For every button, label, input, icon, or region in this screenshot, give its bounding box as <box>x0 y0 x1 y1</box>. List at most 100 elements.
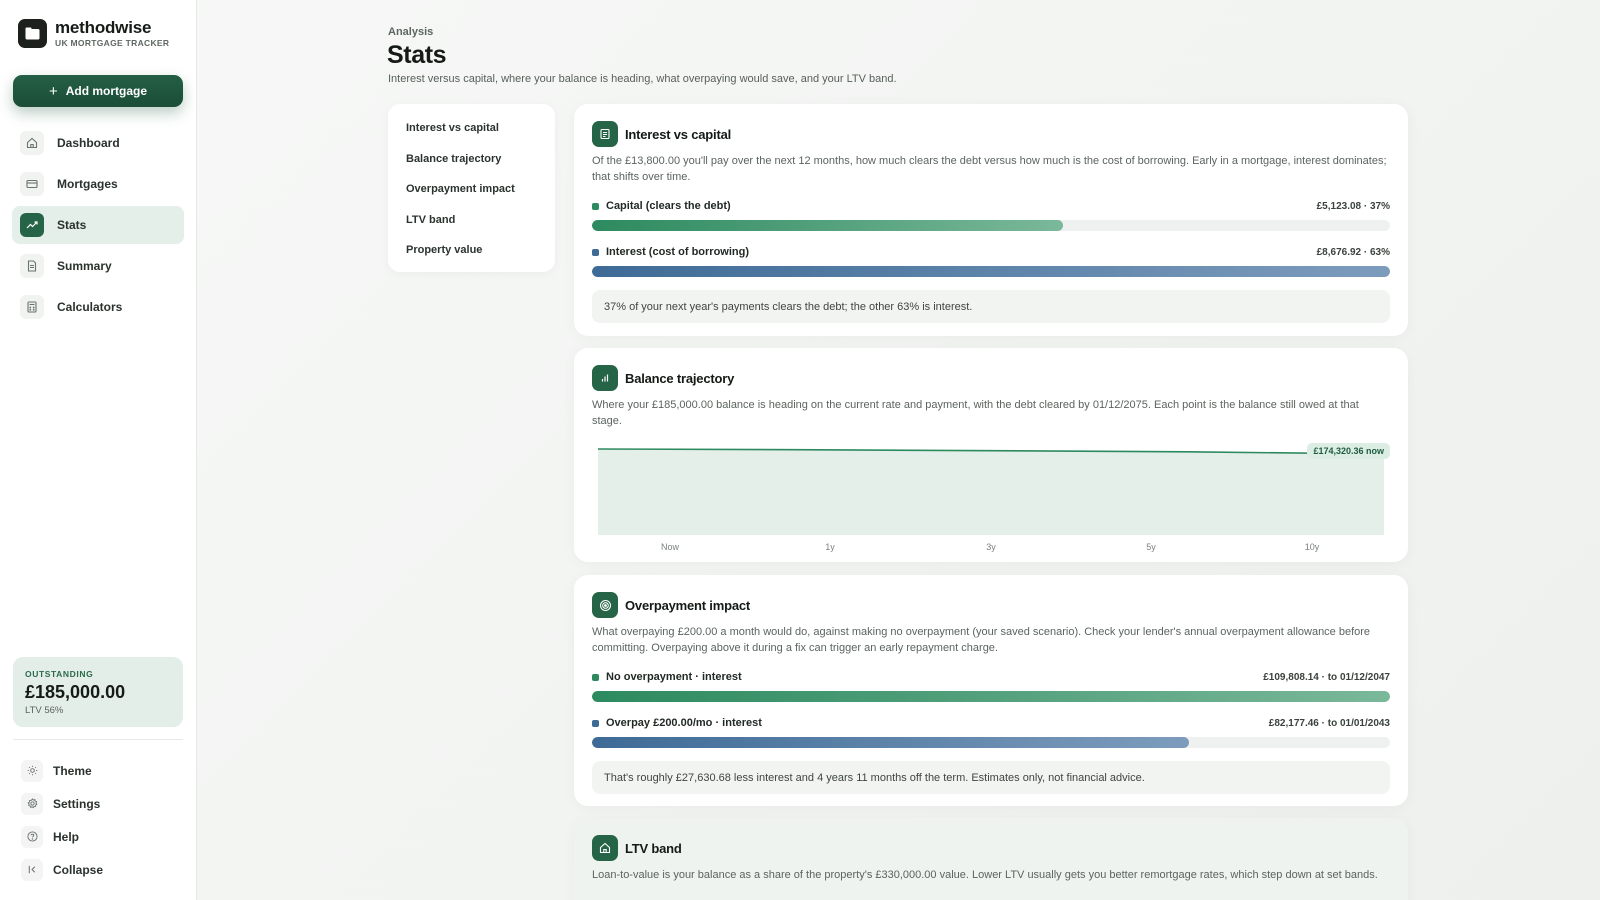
section-link-property-value[interactable]: Property value <box>388 235 555 266</box>
brand-subtitle: UK MORTGAGE TRACKER <box>55 38 170 48</box>
capital-bar <box>592 220 1063 231</box>
nav-item-summary[interactable]: Summary <box>12 247 184 285</box>
overpay-bar-row: Overpay £200.00/mo · interest £82,177.46… <box>592 716 1390 748</box>
collapse-button[interactable]: Collapse <box>13 853 183 886</box>
card-title: LTV band <box>625 840 682 856</box>
gear-icon <box>21 792 43 815</box>
overpay-value: £82,177.46 · to 01/01/2043 <box>1268 717 1390 729</box>
outstanding-ltv: LTV 56% <box>25 705 64 716</box>
logo-icon <box>18 19 47 48</box>
section-link-interest-vs-capital[interactable]: Interest vs capital <box>388 113 555 144</box>
section-link-ltv-band[interactable]: LTV band <box>388 205 555 236</box>
section-link-overpayment-impact[interactable]: Overpayment impact <box>388 174 555 205</box>
overpay-bar <box>592 737 1189 748</box>
settings-label: Settings <box>53 796 101 811</box>
nav-label: Calculators <box>57 300 123 314</box>
sidebar-footer: Theme Settings Help Collapse <box>13 754 183 886</box>
nav-label: Dashboard <box>57 136 120 150</box>
capital-value: £5,123.08 · 37% <box>1316 200 1390 212</box>
trend-icon <box>20 213 44 237</box>
interest-capital-note: 37% of your next year's payments clears … <box>592 290 1390 323</box>
add-mortgage-label: Add mortgage <box>65 84 148 98</box>
page-title: Stats <box>387 41 447 69</box>
help-icon <box>21 825 43 848</box>
collapse-icon <box>21 858 43 881</box>
card-title: Balance trajectory <box>625 370 735 386</box>
receipt-icon <box>592 121 618 147</box>
card-description: Loan-to-value is your balance as a share… <box>592 869 1378 881</box>
no-overpay-legend-dot <box>592 673 599 681</box>
collapse-label: Collapse <box>53 862 104 877</box>
ltv-band-card: LTV band Loan-to-value is your balance a… <box>574 818 1408 900</box>
capital-track <box>592 220 1390 231</box>
interest-label: Interest (cost of borrowing) <box>606 246 749 258</box>
card-title: Overpayment impact <box>625 597 751 613</box>
card-title: Interest vs capital <box>625 126 732 142</box>
section-link-balance-trajectory[interactable]: Balance trajectory <box>388 144 555 175</box>
x-tick-label: 5y <box>1146 542 1156 552</box>
interest-vs-capital-card: Interest vs capital Of the £13,800.00 yo… <box>574 104 1408 336</box>
card-icon <box>20 172 44 196</box>
overpayment-note: That's roughly £27,630.68 less interest … <box>592 761 1390 794</box>
home-icon <box>20 131 44 155</box>
card-description: Where your £185,000.00 balance is headin… <box>592 399 1359 427</box>
no-overpay-label: No overpayment · interest <box>606 671 742 683</box>
settings-button[interactable]: Settings <box>13 787 183 820</box>
help-label: Help <box>53 829 80 844</box>
calculator-icon <box>20 295 44 319</box>
brand[interactable]: methodwise UK MORTGAGE TRACKER <box>18 19 169 48</box>
sun-icon <box>21 759 43 782</box>
theme-label: Theme <box>53 763 92 778</box>
outstanding-value: £185,000.00 <box>25 682 126 702</box>
no-overpay-value: £109,808.14 · to 01/12/2047 <box>1263 671 1390 683</box>
outstanding-label: OUTSTANDING <box>25 669 94 679</box>
nav-label: Mortgages <box>57 177 118 191</box>
section-nav: Interest vs capital Balance trajectory O… <box>388 104 555 272</box>
capital-label: Capital (clears the debt) <box>606 200 731 212</box>
add-mortgage-button[interactable]: + Add mortgage <box>13 75 183 107</box>
target-icon <box>592 592 618 618</box>
sidebar-divider <box>13 739 183 740</box>
balance-chart: Now 1y 3y 5y 10y £174,320.36 now <box>592 443 1390 555</box>
card-description: Of the £13,800.00 you'll pay over the ne… <box>592 155 1387 183</box>
nav-item-mortgages[interactable]: Mortgages <box>12 165 184 203</box>
x-tick-label: 3y <box>986 542 996 552</box>
interest-track <box>592 266 1390 277</box>
nav-item-stats[interactable]: Stats <box>12 206 184 244</box>
overpay-label: Overpay £200.00/mo · interest <box>606 717 762 729</box>
no-overpayment-bar-row: No overpayment · interest £109,808.14 · … <box>592 670 1390 702</box>
overpay-track <box>592 737 1390 748</box>
plus-icon: + <box>48 82 58 100</box>
x-tick-label: 1y <box>825 542 835 552</box>
capital-legend-dot <box>592 202 599 210</box>
capital-bar-row: Capital (clears the debt) £5,123.08 · 37… <box>592 199 1390 231</box>
outstanding-summary: OUTSTANDING £185,000.00 LTV 56% <box>13 657 183 727</box>
overpay-legend-dot <box>592 719 599 727</box>
card-description: What overpaying £200.00 a month would do… <box>592 626 1371 654</box>
brand-name: methodwise <box>55 18 152 37</box>
main-nav: Dashboard Mortgages Stats Summary Calcul… <box>12 124 184 329</box>
interest-legend-dot <box>592 248 599 256</box>
balance-chart-svg: Now 1y 3y 5y 10y <box>597 448 1385 552</box>
sidebar: methodwise UK MORTGAGE TRACKER + Add mor… <box>0 0 197 900</box>
no-overpay-track <box>592 691 1390 702</box>
nav-item-calculators[interactable]: Calculators <box>12 288 184 326</box>
page-eyebrow: Analysis <box>388 26 434 38</box>
page-description: Interest versus capital, where your bala… <box>388 73 897 85</box>
interest-bar-row: Interest (cost of borrowing) £8,676.92 ·… <box>592 245 1390 277</box>
x-tick-label: 10y <box>1305 542 1320 552</box>
nav-label: Summary <box>57 259 112 273</box>
no-overpay-bar <box>592 691 1390 702</box>
theme-button[interactable]: Theme <box>13 754 183 787</box>
nav-item-dashboard[interactable]: Dashboard <box>12 124 184 162</box>
help-button[interactable]: Help <box>13 820 183 853</box>
nav-label: Stats <box>57 218 87 232</box>
overpayment-impact-card: Overpayment impact What overpaying £200.… <box>574 575 1408 806</box>
interest-value: £8,676.92 · 63% <box>1316 246 1390 258</box>
balance-area <box>598 449 1384 535</box>
current-balance-badge: £174,320.36 now <box>1307 443 1390 459</box>
balance-trajectory-card: Balance trajectory Where your £185,000.0… <box>574 348 1408 562</box>
document-icon <box>20 254 44 278</box>
x-tick-label: Now <box>661 542 680 552</box>
bar-chart-icon <box>592 365 618 391</box>
